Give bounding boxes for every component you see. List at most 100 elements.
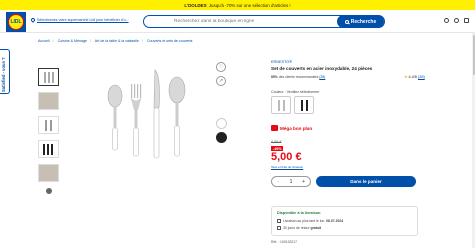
- delivery-text: Livraison au plus tard le lun. 08.07.202…: [283, 219, 343, 223]
- store-text: Sélectionnez votre supermarché Lidl pour…: [37, 18, 129, 22]
- thumb-cutlery: [51, 144, 53, 155]
- header: LIDL Sélectionnez votre supermarché Lidl…: [0, 10, 475, 33]
- return-line: 30 jours de retour gratuit: [277, 226, 321, 230]
- delivery-date: 08.07.2024: [326, 219, 344, 223]
- search-icon: [344, 19, 349, 24]
- favorites-icon[interactable]: [454, 18, 459, 23]
- search-button[interactable]: Recherche: [337, 15, 384, 28]
- breadcrumb-separator: /: [89, 39, 91, 43]
- header-icons: [444, 18, 469, 23]
- lidl-logo[interactable]: LIDL: [6, 12, 26, 32]
- color-swatches: [271, 96, 314, 114]
- search-input[interactable]: [144, 19, 334, 24]
- feedback-side-tab[interactable]: Satisfied - vous ?: [0, 49, 10, 94]
- swatch-cutlery: [278, 100, 280, 111]
- side-tab-label: Satisfied - vous ?: [1, 57, 6, 92]
- delivery-text-a: Livraison au plus tard le lun.: [283, 219, 327, 223]
- promo-bold: L'DOLDES: [184, 2, 207, 8]
- breadcrumb-separator: /: [52, 39, 54, 43]
- thumbnail[interactable]: [38, 164, 59, 182]
- color-label-text: Couleur :: [271, 90, 286, 94]
- search-button-label: Recherche: [350, 18, 377, 25]
- swatch-cutlery: [301, 100, 303, 111]
- page: L'DOLDES : Jusqu'à -70% sur une sélectio…: [0, 0, 475, 248]
- image-actions: ♡ ↗: [216, 62, 226, 90]
- store-selector[interactable]: Sélectionnez votre supermarché Lidl pour…: [30, 17, 129, 23]
- thumbnail[interactable]: [38, 140, 59, 158]
- thumb-spoon: [52, 72, 54, 83]
- qty-value[interactable]: 1: [290, 179, 293, 185]
- swatch-white[interactable]: [271, 96, 291, 114]
- availability-box: Disponible à la livraison Livraison au p…: [271, 206, 418, 236]
- fork: [130, 84, 142, 157]
- breadcrumb-separator: /: [141, 39, 143, 43]
- recommendation: 85% des clients recommandent (28): [271, 75, 325, 79]
- thumb-fork: [48, 72, 50, 83]
- scrollbar-thumb[interactable]: [472, 35, 475, 75]
- share-icon[interactable]: ↗: [216, 76, 226, 86]
- return-text-a: 30 jours de retour: [283, 226, 311, 230]
- rating-value: 4.4/5: [408, 75, 417, 79]
- promo-banner[interactable]: L'DOLDES : Jusqu'à -70% sur une sélectio…: [0, 0, 475, 10]
- qty-plus-button[interactable]: +: [302, 179, 305, 185]
- star-icon: ★: [404, 75, 408, 79]
- spoon-large: [168, 76, 186, 157]
- knife: [153, 69, 160, 159]
- return-free: gratuit: [310, 226, 322, 230]
- color-label: Couleur : Veuillez sélectionner: [271, 90, 319, 94]
- location-pin-icon: [30, 17, 36, 23]
- price-note[interactable]: Taxe et frais de livraison: [271, 165, 303, 169]
- product-reference: Réf. : 100133217: [271, 240, 298, 244]
- rating-count: (28): [417, 75, 425, 79]
- truck-icon: [277, 219, 281, 223]
- product-title: Set de couverts en acier inoxydable, 24 …: [271, 66, 373, 71]
- search-bar: Recherche: [143, 15, 385, 28]
- availability-head: Disponible à la livraison: [277, 211, 321, 215]
- tag-icon: [271, 125, 278, 131]
- color-value: Veuillez sélectionner: [286, 90, 320, 94]
- swatch-cutlery: [306, 100, 308, 111]
- add-to-cart-button[interactable]: Dans le panier: [316, 176, 416, 187]
- quantity-stepper: − 1 +: [271, 176, 311, 187]
- thumb-cutlery: [45, 120, 47, 131]
- thumb-cutlery: [47, 144, 49, 155]
- thumb-cutlery: [50, 120, 52, 131]
- old-price: 9,99 €: [271, 140, 282, 144]
- rating[interactable]: ★ 4.4/5 (28): [404, 74, 425, 79]
- breadcrumb-item[interactable]: Art de la table & la vaisselle: [95, 39, 139, 43]
- price: 5,00 €: [271, 151, 302, 163]
- spoon-small: [107, 84, 123, 151]
- offer-badge: Méga bon plan: [271, 125, 312, 131]
- swatch-black[interactable]: [294, 96, 314, 114]
- breadcrumb-item[interactable]: Accueil: [38, 39, 50, 43]
- breadcrumb-item[interactable]: Couverts et sets de couverts: [147, 39, 193, 43]
- promo-text: : Jusqu'à -70% sur une sélection d'artic…: [206, 2, 291, 8]
- reco-text: des clients recommandent: [278, 75, 319, 79]
- thumbnail[interactable]: [38, 92, 59, 110]
- heart-icon[interactable]: ♡: [216, 62, 226, 72]
- product-image[interactable]: [95, 62, 205, 172]
- return-icon: [277, 226, 281, 230]
- thumb-knife: [44, 72, 46, 83]
- color-dots: [216, 118, 227, 146]
- logo-text: LIDL: [8, 14, 24, 30]
- qty-minus-button[interactable]: −: [277, 179, 280, 185]
- thumb-cutlery: [43, 144, 45, 155]
- product-brand[interactable]: ERNESTO®: [271, 60, 292, 64]
- breadcrumb: Accueil / Cuisine & Ménage / Art de la tab…: [38, 39, 195, 43]
- swatch-cutlery: [283, 100, 285, 111]
- thumbnail-list: [38, 68, 59, 194]
- thumbnail[interactable]: [38, 116, 59, 134]
- thumbnail[interactable]: [38, 68, 59, 86]
- account-icon[interactable]: [444, 18, 449, 23]
- reco-link[interactable]: (28): [319, 75, 325, 79]
- color-dot-white[interactable]: [216, 118, 227, 129]
- breadcrumb-item[interactable]: Cuisine & Ménage: [58, 39, 87, 43]
- reco-percent: 85%: [271, 75, 278, 79]
- cart-icon[interactable]: [464, 18, 469, 23]
- thumbnail-down-arrow-icon[interactable]: [46, 188, 52, 194]
- return-text: 30 jours de retour gratuit: [283, 226, 321, 230]
- color-dot-black[interactable]: [216, 132, 227, 143]
- offer-text: Méga bon plan: [280, 125, 313, 131]
- delivery-line: Livraison au plus tard le lun. 08.07.202…: [277, 219, 343, 223]
